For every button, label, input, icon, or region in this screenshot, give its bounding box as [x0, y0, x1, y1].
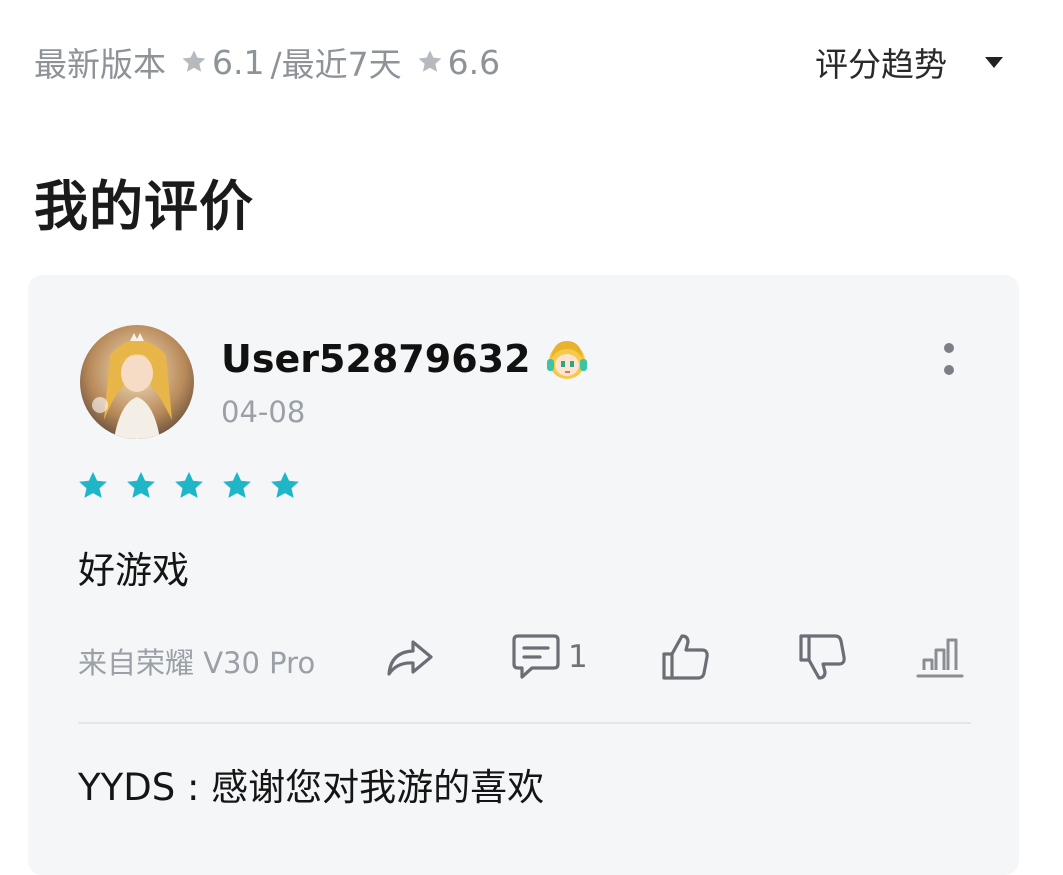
share-button[interactable]	[383, 630, 437, 684]
version-rating-summary: 最新版本 6.1 /最近7天 6.6	[34, 38, 500, 86]
star-icon	[220, 469, 254, 503]
caret-down-icon	[985, 56, 1003, 68]
trend-label: 评分趋势	[815, 45, 947, 84]
comment-icon	[512, 634, 560, 679]
review-text: 好游戏	[78, 549, 189, 592]
user-badge-icon	[543, 335, 591, 383]
comment-button[interactable]: 1	[508, 630, 588, 684]
chart-icon	[916, 638, 964, 678]
recent-7-days-label: /最近7天	[270, 45, 402, 84]
comment-count: 1	[568, 639, 588, 675]
username: User52879632	[221, 337, 531, 381]
star-icon	[172, 469, 206, 503]
more-icon[interactable]	[944, 343, 956, 387]
share-icon	[387, 640, 433, 676]
review-rating	[76, 469, 316, 503]
stats-button[interactable]	[914, 630, 968, 684]
page-title: 我的评价	[34, 175, 254, 238]
star-icon	[180, 48, 208, 76]
star-icon	[76, 469, 110, 503]
divider	[78, 722, 971, 724]
avatar[interactable]	[80, 325, 194, 439]
thumbs-up-icon	[662, 634, 709, 680]
star-icon	[416, 48, 444, 76]
latest-version-label: 最新版本	[34, 45, 166, 84]
star-icon	[268, 469, 302, 503]
device-info: 来自荣耀 V30 Pro	[78, 646, 316, 680]
rating-trend-dropdown[interactable]: 评分趋势	[815, 38, 1003, 86]
recent-score: 6.6	[447, 42, 501, 82]
latest-score: 6.1	[212, 42, 265, 82]
review-author[interactable]: User52879632	[221, 335, 591, 383]
thumbs-down-icon	[799, 634, 846, 680]
developer-reply: YYDS : 感谢您对我游的喜欢	[78, 766, 545, 809]
like-button[interactable]	[658, 630, 712, 684]
review-card: User52879632 04-08 好游戏 来自荣耀 V30 Pro 1 YY…	[28, 275, 1019, 875]
dislike-button[interactable]	[795, 630, 849, 684]
star-icon	[124, 469, 158, 503]
review-date: 04-08	[221, 395, 306, 429]
